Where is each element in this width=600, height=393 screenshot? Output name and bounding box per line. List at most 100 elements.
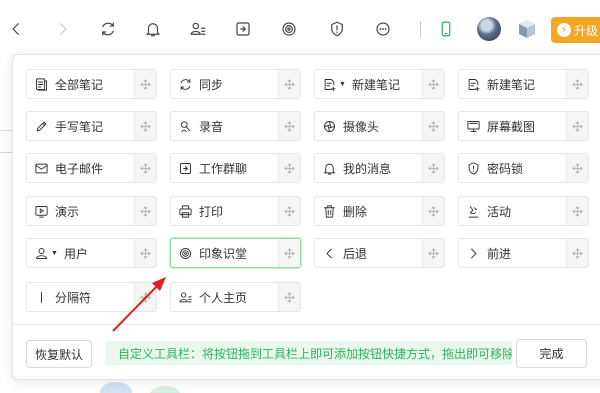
tool-tile[interactable]: ▼ 用户 (26, 238, 157, 268)
tool-tile[interactable]: 演示 (26, 196, 157, 226)
tool-tile[interactable]: 工作群聊 (170, 153, 301, 183)
more-icon[interactable] (371, 17, 395, 41)
drag-handle-icon[interactable] (422, 197, 444, 225)
tool-tile[interactable]: 密码锁 (458, 153, 589, 183)
phone-icon[interactable] (434, 17, 458, 41)
cube-icon[interactable] (518, 19, 536, 39)
yinxiang-icon[interactable] (277, 17, 301, 41)
drag-handle-icon[interactable] (134, 112, 156, 140)
tool-tile[interactable]: 我的消息 (314, 153, 445, 183)
tool-tile[interactable]: 录音 (170, 111, 301, 141)
drag-handle-icon[interactable] (566, 239, 588, 267)
lock-icon (465, 160, 481, 176)
tool-tile-label: 电子邮件 (55, 161, 104, 176)
yinxiang-icon (177, 245, 193, 261)
footer-divider (13, 324, 600, 325)
tool-tile[interactable]: 前进 (458, 238, 589, 268)
profile-icon (177, 289, 193, 305)
tool-tile[interactable]: 后退 (314, 238, 445, 268)
avatar[interactable] (477, 17, 501, 41)
drag-handle-icon[interactable] (566, 154, 588, 182)
tool-tile[interactable]: 摄像头 (314, 111, 445, 141)
drag-handle-icon[interactable] (422, 112, 444, 140)
tool-tile-label: 新建笔记 (487, 77, 536, 92)
tool-tile-label: 演示 (55, 204, 80, 219)
new-note-icon (465, 76, 481, 92)
drag-handle-icon[interactable] (566, 70, 588, 98)
trash-icon (321, 203, 337, 219)
drag-handle-icon[interactable] (278, 112, 300, 140)
tool-tile-label: 打印 (199, 204, 224, 219)
drag-handle-icon[interactable] (134, 239, 156, 267)
tool-tile[interactable]: 打印 (170, 196, 301, 226)
tool-tile-label: 屏幕截图 (487, 119, 536, 134)
upgrade-button[interactable]: ⚡ 升级 (551, 17, 600, 43)
share-icon[interactable] (231, 17, 255, 41)
back-icon[interactable] (4, 17, 28, 41)
drag-handle-icon[interactable] (422, 239, 444, 267)
chevron-left-icon (321, 245, 337, 261)
tool-tile[interactable]: 印象识堂 (170, 238, 301, 268)
drag-handle-icon[interactable] (278, 239, 300, 267)
activity-icon (465, 203, 481, 219)
drag-handle-icon[interactable] (134, 70, 156, 98)
drag-handle-icon[interactable] (134, 197, 156, 225)
separator-icon (33, 289, 49, 305)
mail-icon (33, 160, 49, 176)
background-illustration (150, 386, 180, 393)
tool-tile-label: 手写笔记 (55, 119, 104, 134)
microphone-icon (177, 118, 193, 134)
tool-tile-label: 分隔符 (55, 290, 92, 305)
tool-tile-label: 密码锁 (487, 161, 524, 176)
tool-tile-label: 工作群聊 (199, 161, 248, 176)
bell-icon[interactable] (141, 17, 165, 41)
drag-handle-icon[interactable] (566, 112, 588, 140)
forward-icon[interactable] (51, 17, 75, 41)
tool-tile[interactable]: 新建笔记 (458, 69, 589, 99)
drag-handle-icon[interactable] (422, 70, 444, 98)
tool-tile-label: 同步 (199, 77, 224, 92)
pen-icon (33, 118, 49, 134)
chevron-right-icon (465, 245, 481, 261)
tool-tile-label: 印象识堂 (199, 246, 248, 261)
tool-tile[interactable]: 同步 (170, 69, 301, 99)
drag-handle-icon[interactable] (134, 154, 156, 182)
drag-handle-icon[interactable] (422, 154, 444, 182)
tool-tile-label: 活动 (487, 204, 512, 219)
tool-tile[interactable]: 删除 (314, 196, 445, 226)
tool-tile[interactable]: 个人主页 (170, 282, 301, 312)
drag-handle-icon[interactable] (278, 154, 300, 182)
drag-handle-icon[interactable] (278, 197, 300, 225)
toolbar-divider (420, 21, 421, 37)
new-note-icon (321, 76, 337, 92)
contacts-icon[interactable] (186, 17, 210, 41)
tool-tile-label: 删除 (343, 204, 368, 219)
tool-tile-label: 后退 (343, 246, 368, 261)
tool-tile-label: 前进 (487, 246, 512, 261)
tool-tile-label: 全部笔记 (55, 77, 104, 92)
tool-tile[interactable]: 手写笔记 (26, 111, 157, 141)
tool-tile[interactable]: 全部笔记 (26, 69, 157, 99)
dropdown-caret-icon: ▼ (339, 80, 346, 88)
tool-tile-label: 我的消息 (343, 161, 392, 176)
reset-default-button[interactable]: 恢复默认 (26, 340, 92, 368)
background-illustration (100, 382, 132, 393)
tool-tile-label: 摄像头 (343, 119, 380, 134)
sync-icon[interactable] (96, 17, 120, 41)
drag-handle-icon[interactable] (278, 283, 300, 311)
drag-handle-icon[interactable] (134, 283, 156, 311)
camera-icon (321, 118, 337, 134)
tool-tile[interactable]: 屏幕截图 (458, 111, 589, 141)
present-icon (33, 203, 49, 219)
tool-tile[interactable]: 电子邮件 (26, 153, 157, 183)
drag-handle-icon[interactable] (278, 70, 300, 98)
tool-tile[interactable]: 分隔符 (26, 282, 157, 312)
tool-tile[interactable]: ▼ 新建笔记 (314, 69, 445, 99)
all-notes-icon (33, 76, 49, 92)
drag-handle-icon[interactable] (566, 197, 588, 225)
tool-tile[interactable]: 活动 (458, 196, 589, 226)
top-toolbar: ⚡ 升级 (0, 0, 600, 58)
bolt-icon: ⚡ (557, 23, 571, 37)
shield-icon[interactable] (325, 17, 349, 41)
done-button[interactable]: 完成 (516, 339, 587, 368)
